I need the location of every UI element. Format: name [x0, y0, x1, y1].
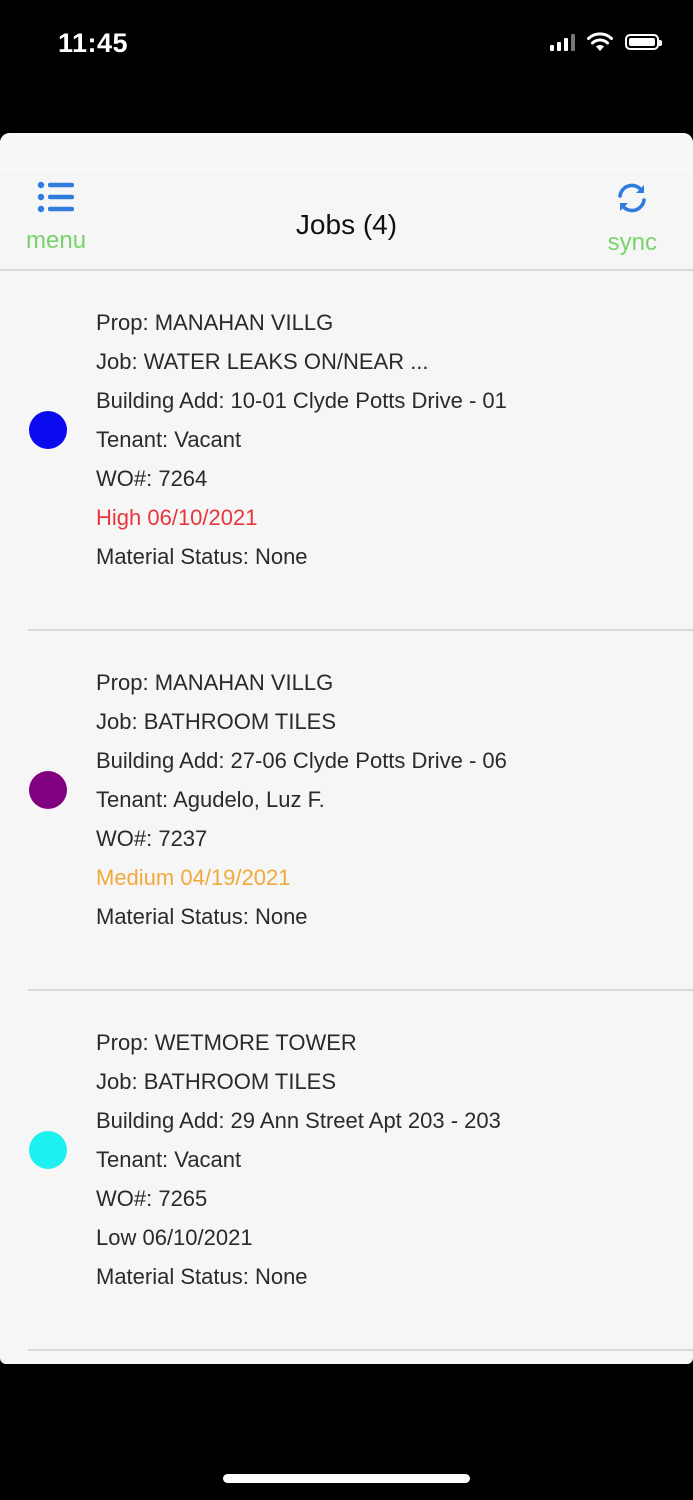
- wifi-icon: [587, 32, 613, 51]
- battery-icon: [625, 34, 662, 50]
- home-indicator: [223, 1474, 470, 1483]
- job-status-dot: [29, 411, 67, 449]
- status-bar: 11:45: [0, 0, 693, 90]
- job-title: Job: BATHROOM TILES: [96, 1069, 337, 1094]
- job-building-address: Building Add: 10-01 Clyde Potts Drive - …: [96, 388, 507, 413]
- job-work-order: WO#: 7265: [96, 1186, 208, 1211]
- job-priority: Medium 04/19/2021: [96, 865, 291, 890]
- page-title: Jobs (4): [295, 209, 398, 240]
- job-prop: Prop: MANAHAN VILLG: [96, 310, 334, 335]
- job-status-dot: [29, 771, 67, 809]
- job-title: Job: WATER LEAKS ON/NEAR ...: [96, 349, 429, 374]
- job-status-dot: [29, 1131, 67, 1169]
- status-icons: [550, 32, 662, 52]
- job-list: Prop: MANAHAN VILLG Job: WATER LEAKS ON/…: [0, 271, 693, 1351]
- job-tenant: Tenant: Vacant: [96, 427, 242, 452]
- job-material-status: Material Status: None: [96, 544, 308, 569]
- job-building-address: Building Add: 29 Ann Street Apt 203 - 20…: [96, 1108, 501, 1133]
- job-list-item[interactable]: Prop: MANAHAN VILLG Job: BATHROOM TILES …: [0, 631, 693, 991]
- job-priority: High 06/10/2021: [96, 505, 258, 530]
- job-work-order: WO#: 7237: [96, 826, 208, 851]
- job-building-address: Building Add: 27-06 Clyde Potts Drive - …: [96, 748, 507, 773]
- job-tenant: Tenant: Vacant: [96, 1147, 242, 1172]
- status-time: 11:45: [58, 28, 129, 58]
- job-list-item[interactable]: Prop: MANAHAN VILLG Job: WATER LEAKS ON/…: [0, 271, 693, 631]
- navbar-top-strip: [0, 133, 693, 171]
- job-material-status: Material Status: None: [96, 1264, 308, 1289]
- sync-label: sync: [607, 229, 657, 256]
- job-title: Job: BATHROOM TILES: [96, 709, 337, 734]
- sync-icon: [618, 183, 647, 213]
- jobs-screen: menu Jobs (4) sync Prop: MANAHAN VILLG J…: [0, 133, 693, 1364]
- cellular-signal-icon: [550, 33, 575, 51]
- job-work-order: WO#: 7264: [96, 466, 208, 491]
- navbar: menu Jobs (4) sync: [0, 133, 693, 271]
- job-priority: Low 06/10/2021: [96, 1225, 253, 1250]
- sync-button[interactable]: sync: [608, 181, 657, 257]
- job-material-status: Material Status: None: [96, 904, 308, 929]
- job-prop: Prop: WETMORE TOWER: [96, 1030, 357, 1055]
- job-prop: Prop: MANAHAN VILLG: [96, 670, 334, 695]
- job-list-item[interactable]: Prop: WETMORE TOWER Job: BATHROOM TILES …: [0, 991, 693, 1351]
- job-tenant: Tenant: Agudelo, Luz F.: [96, 787, 325, 812]
